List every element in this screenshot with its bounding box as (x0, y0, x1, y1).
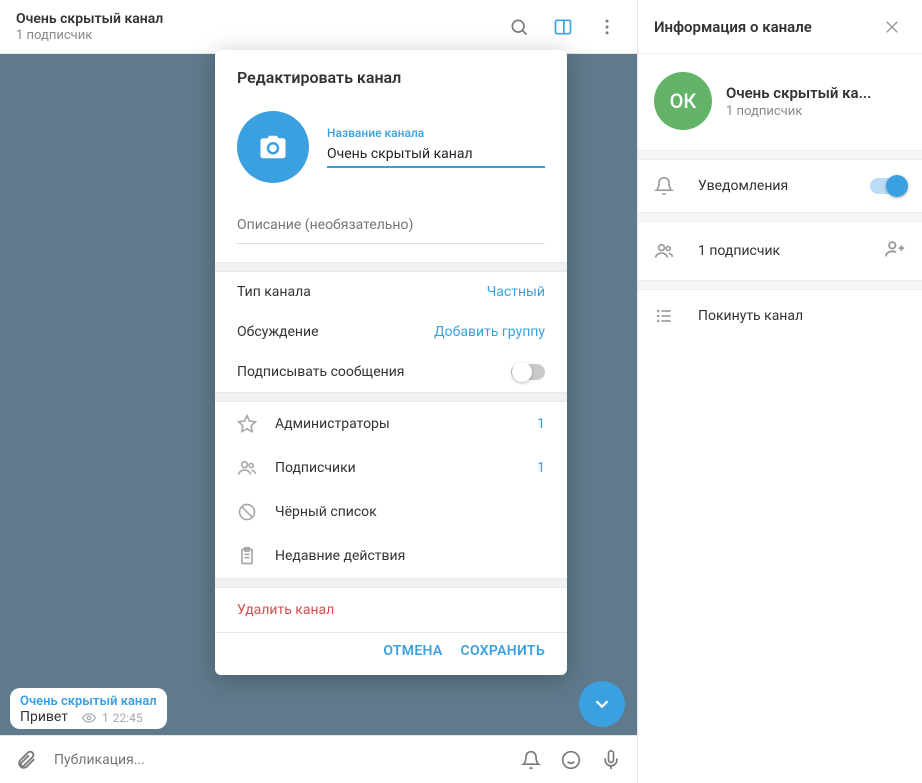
emoji-button[interactable] (553, 742, 589, 778)
avatar-upload-button[interactable] (237, 111, 309, 183)
scroll-down-button[interactable] (579, 681, 625, 727)
subscribers-row[interactable]: Подписчики 1 (215, 446, 567, 490)
chat-header: Очень скрытый канал 1 подписчик (0, 0, 637, 54)
more-button[interactable] (587, 7, 627, 47)
add-subscriber-button[interactable] (884, 238, 906, 264)
channel-type-row[interactable]: Тип канала Частный (215, 272, 567, 312)
bell-icon (654, 176, 674, 196)
panel-subscribers-label: 1 подписчик (698, 243, 884, 259)
discussion-row[interactable]: Обсуждение Добавить группу (215, 312, 567, 352)
chevron-down-icon (591, 693, 613, 715)
composer (0, 735, 637, 783)
edit-channel-modal: Редактировать канал Название канала Тип … (215, 50, 567, 675)
blacklist-label: Чёрный список (275, 504, 545, 520)
message-bubble[interactable]: Очень скрытый канал Привет 1 22:45 (10, 688, 167, 729)
channel-profile[interactable]: ОК Очень скрытый ка... 1 подписчик (638, 54, 922, 150)
message-views: 1 (102, 711, 109, 725)
leave-channel-row[interactable]: Покинуть канал (638, 290, 922, 342)
paperclip-icon (15, 749, 37, 771)
message-sender: Очень скрытый канал (20, 694, 157, 709)
search-icon (509, 17, 529, 37)
close-icon (883, 18, 901, 36)
info-panel: Информация о канале ОК Очень скрытый ка.… (637, 0, 922, 783)
sign-messages-row[interactable]: Подписывать сообщения (215, 352, 567, 392)
microphone-icon (601, 750, 621, 770)
channel-title: Очень скрытый канал (16, 11, 499, 27)
subscribers-count: 1 (537, 460, 545, 476)
delete-channel-button[interactable]: Удалить канал (215, 588, 567, 632)
panel-icon (553, 17, 573, 37)
discussion-label: Обсуждение (237, 324, 434, 340)
users-icon (654, 241, 674, 261)
more-vertical-icon (597, 17, 617, 37)
close-panel-button[interactable] (878, 13, 906, 41)
administrators-label: Администраторы (275, 416, 537, 432)
search-button[interactable] (499, 7, 539, 47)
discussion-value: Добавить группу (434, 324, 545, 340)
header-title-block[interactable]: Очень скрытый канал 1 подписчик (16, 11, 499, 43)
channel-type-label: Тип канала (237, 284, 487, 300)
blacklist-row[interactable]: Чёрный список (215, 490, 567, 534)
description-input[interactable] (237, 209, 545, 244)
channel-subtitle: 1 подписчик (16, 28, 499, 43)
eye-icon (82, 711, 96, 725)
channel-type-value: Частный (487, 284, 545, 300)
user-plus-icon (884, 238, 906, 260)
star-icon (237, 414, 257, 434)
modal-title: Редактировать канал (215, 50, 567, 101)
attach-button[interactable] (8, 742, 44, 778)
ban-icon (237, 502, 257, 522)
smile-icon (561, 750, 581, 770)
voice-button[interactable] (593, 742, 629, 778)
camera-icon (258, 132, 288, 162)
sign-messages-label: Подписывать сообщения (237, 364, 511, 380)
message-time: 22:45 (113, 711, 143, 725)
sidebar-toggle-button[interactable] (543, 7, 583, 47)
users-icon (237, 458, 257, 478)
sign-messages-toggle[interactable] (511, 364, 545, 380)
channel-avatar: ОК (654, 72, 712, 130)
administrators-count: 1 (537, 416, 545, 432)
save-button[interactable]: СОХРАНИТЬ (461, 643, 545, 659)
cancel-button[interactable]: ОТМЕНА (383, 643, 442, 659)
channel-subscribers: 1 подписчик (726, 104, 871, 119)
panel-subscribers-row[interactable]: 1 подписчик (638, 222, 922, 280)
list-icon (654, 306, 674, 326)
info-panel-title: Информация о канале (654, 18, 878, 36)
notifications-row[interactable]: Уведомления (638, 160, 922, 212)
message-text: Привет (20, 709, 68, 725)
administrators-row[interactable]: Администраторы 1 (215, 402, 567, 446)
subscribers-label: Подписчики (275, 460, 537, 476)
channel-name: Очень скрытый ка... (726, 84, 871, 102)
channel-name-label: Название канала (327, 126, 545, 140)
bell-icon (521, 750, 541, 770)
recent-actions-row[interactable]: Недавние действия (215, 534, 567, 578)
recent-actions-label: Недавние действия (275, 548, 545, 564)
message-meta: 1 22:45 (82, 711, 143, 725)
silent-button[interactable] (513, 742, 549, 778)
clipboard-icon (237, 546, 257, 566)
channel-name-input[interactable] (327, 140, 545, 168)
notifications-label: Уведомления (698, 178, 870, 194)
leave-channel-label: Покинуть канал (698, 308, 906, 324)
composer-input[interactable] (48, 752, 509, 768)
notifications-toggle[interactable] (870, 178, 906, 194)
